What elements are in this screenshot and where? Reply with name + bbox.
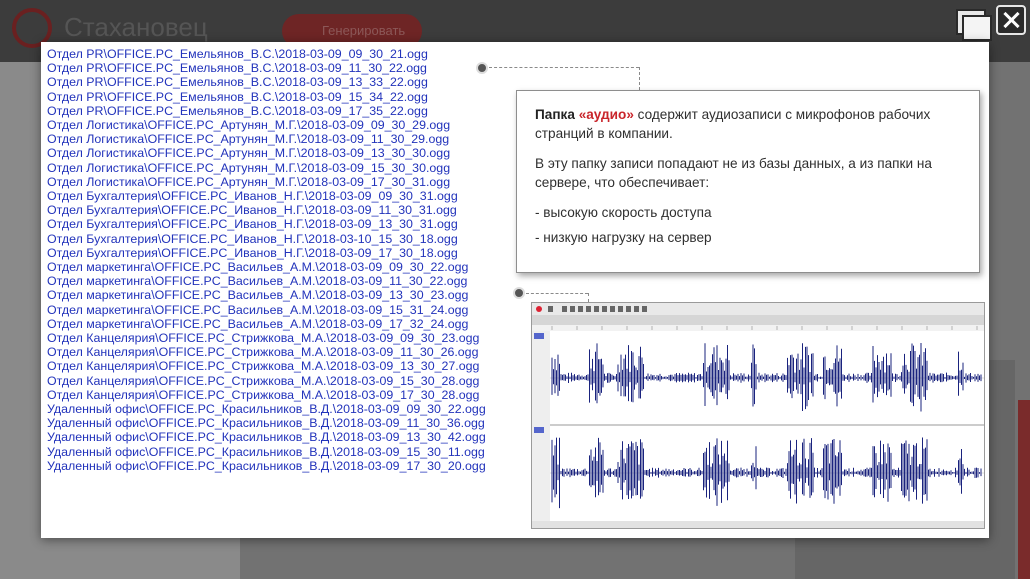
audio-file-link[interactable]: Отдел Бухгалтерия\OFFICE.PC_Иванов_Н.Г.\… xyxy=(47,232,486,246)
callout-bullet: - высокую скорость доступа xyxy=(535,205,712,220)
audio-file-link[interactable]: Удаленный офис\OFFICE.PC_Красильников_В.… xyxy=(47,402,486,416)
audio-file-link[interactable]: Отдел Канцелярия\OFFICE.PC_Стрижкова_М.А… xyxy=(47,345,486,359)
audio-connector-v xyxy=(588,293,589,302)
audio-file-link[interactable]: Отдел Бухгалтерия\OFFICE.PC_Иванов_Н.Г.\… xyxy=(47,246,486,260)
audio-editor-preview xyxy=(531,302,985,529)
audio-file-link[interactable]: Отдел маркетинга\OFFICE.PC_Васильев_А.М.… xyxy=(47,260,486,274)
audio-file-link[interactable]: Отдел PR\OFFICE.PC_Емельянов_В.С.\2018-0… xyxy=(47,61,486,75)
audio-file-link[interactable]: Отдел Бухгалтерия\OFFICE.PC_Иванов_Н.Г.\… xyxy=(47,203,486,217)
callout-anchor-dot xyxy=(476,62,488,74)
audio-folder-dialog: Отдел PR\OFFICE.PC_Емельянов_В.С.\2018-0… xyxy=(41,42,989,538)
audio-file-link[interactable]: Удаленный офис\OFFICE.PC_Красильников_В.… xyxy=(47,416,486,430)
audio-file-link[interactable]: Отдел маркетинга\OFFICE.PC_Васильев_А.М.… xyxy=(47,317,486,331)
audio-file-link[interactable]: Удаленный офис\OFFICE.PC_Красильников_В.… xyxy=(47,430,486,444)
restore-window-icon[interactable] xyxy=(954,7,992,41)
callout-bullet: - низкую нагрузку на сервер xyxy=(535,230,712,245)
audio-file-link[interactable]: Отдел PR\OFFICE.PC_Емельянов_В.С.\2018-0… xyxy=(47,75,486,89)
callout-description: В эту папку записи попадают не из базы д… xyxy=(535,156,932,190)
audio-anchor-dot xyxy=(513,287,525,299)
app-title: Стахановец xyxy=(64,12,208,42)
audio-file-link[interactable]: Отдел PR\OFFICE.PC_Емельянов_В.С.\2018-0… xyxy=(47,104,486,118)
audio-file-link[interactable]: Отдел Логистика\OFFICE.PC_Артунян_М.Г.\2… xyxy=(47,118,486,132)
audio-file-link[interactable]: Удаленный офис\OFFICE.PC_Красильников_В.… xyxy=(47,445,486,459)
audio-file-link[interactable]: Отдел Канцелярия\OFFICE.PC_Стрижкова_М.А… xyxy=(47,388,486,402)
audio-file-link[interactable]: Отдел Логистика\OFFICE.PC_Артунян_М.Г.\2… xyxy=(47,146,486,160)
audio-file-link[interactable]: Отдел маркетинга\OFFICE.PC_Васильев_А.М.… xyxy=(47,288,486,302)
waveform-image xyxy=(532,303,984,528)
audio-file-link[interactable]: Отдел Логистика\OFFICE.PC_Артунян_М.Г.\2… xyxy=(47,132,486,146)
audio-file-link[interactable]: Отдел Бухгалтерия\OFFICE.PC_Иванов_Н.Г.\… xyxy=(47,189,486,203)
audio-connector xyxy=(526,293,588,294)
audio-file-link[interactable]: Отдел Канцелярия\OFFICE.PC_Стрижкова_М.А… xyxy=(47,359,486,373)
callout-lead: Папка «аудио» содержит аудиозаписи с мик… xyxy=(535,107,931,141)
audio-file-link[interactable]: Отдел PR\OFFICE.PC_Емельянов_В.С.\2018-0… xyxy=(47,47,486,61)
audio-file-link[interactable]: Отдел Канцелярия\OFFICE.PC_Стрижкова_М.А… xyxy=(47,374,486,388)
audio-folder-callout: Папка «аудио» содержит аудиозаписи с мик… xyxy=(516,90,980,273)
audio-file-link[interactable]: Отдел Логистика\OFFICE.PC_Артунян_М.Г.\2… xyxy=(47,161,486,175)
audio-file-link[interactable]: Отдел Логистика\OFFICE.PC_Артунян_М.Г.\2… xyxy=(47,175,486,189)
callout-connector-v xyxy=(639,67,640,90)
audio-file-link[interactable]: Отдел Канцелярия\OFFICE.PC_Стрижкова_М.А… xyxy=(47,331,486,345)
audio-file-link[interactable]: Отдел PR\OFFICE.PC_Емельянов_В.С.\2018-0… xyxy=(47,90,486,104)
audio-file-link[interactable]: Отдел Бухгалтерия\OFFICE.PC_Иванов_Н.Г.\… xyxy=(47,217,486,231)
audio-file-list: Отдел PR\OFFICE.PC_Емельянов_В.С.\2018-0… xyxy=(47,47,486,473)
audio-file-link[interactable]: Отдел маркетинга\OFFICE.PC_Васильев_А.М.… xyxy=(47,303,486,317)
app-scroll-accent xyxy=(1018,400,1030,579)
audio-file-link[interactable]: Удаленный офис\OFFICE.PC_Красильников_В.… xyxy=(47,459,486,473)
close-window-icon[interactable] xyxy=(996,5,1026,35)
callout-connector xyxy=(489,67,639,68)
audio-file-link[interactable]: Отдел маркетинга\OFFICE.PC_Васильев_А.М.… xyxy=(47,274,486,288)
folder-name-accent: «аудио» xyxy=(578,107,634,122)
